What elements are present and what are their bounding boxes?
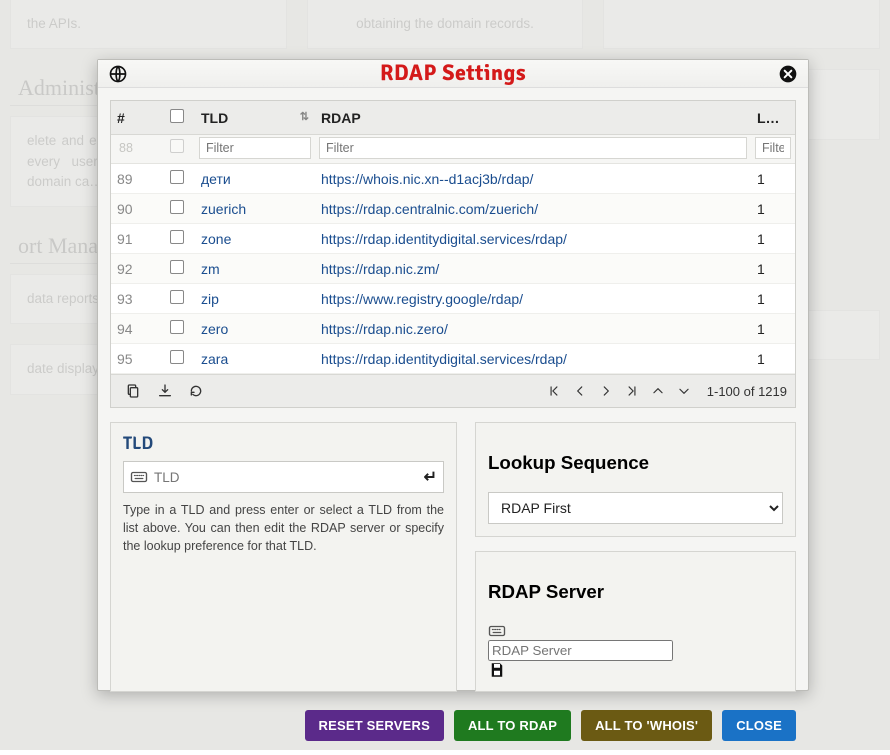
enter-icon[interactable]: ↵ — [424, 467, 437, 487]
scroll-down-button[interactable] — [671, 380, 697, 402]
cell-num: 95 — [111, 344, 159, 374]
cell-num: 90 — [111, 194, 159, 224]
row-checkbox[interactable] — [159, 344, 195, 374]
reset-servers-button[interactable]: RESET SERVERS — [305, 710, 444, 741]
cell-tld[interactable]: дети — [195, 164, 315, 194]
cell-rdap[interactable]: https://whois.nic.xn--d1acj3b/rdap/ — [315, 164, 751, 194]
cell-lookup: 1 — [751, 314, 795, 344]
cell-lookup: 1 — [751, 284, 795, 314]
cell-rdap[interactable]: https://rdap.identitydigital.services/rd… — [315, 344, 751, 374]
table-row[interactable]: 94 zerohttps://rdap.nic.zero/1 — [111, 314, 795, 344]
cell-rdap[interactable]: https://rdap.nic.zm/ — [315, 254, 751, 284]
keyboard-icon — [488, 622, 783, 640]
scroll-up-button[interactable] — [645, 380, 671, 402]
rdap-server-input[interactable] — [488, 640, 673, 661]
globe-icon — [108, 64, 128, 84]
rdap-server-field — [488, 622, 783, 679]
cell-tld[interactable]: zara — [195, 344, 315, 374]
all-to-rdap-button[interactable]: ALL TO RDAP — [454, 710, 571, 741]
download-button[interactable] — [151, 379, 179, 403]
cell-num: 94 — [111, 314, 159, 344]
servers-table: # TLD⇅ RDAP L… 88 89детиhttps://whois — [110, 100, 796, 408]
keyboard-icon — [130, 468, 152, 486]
cell-num: 93 — [111, 284, 159, 314]
lookup-panel-title: Lookup Sequence — [488, 452, 783, 474]
col-header-lookup[interactable]: L… — [751, 101, 795, 135]
cell-rdap[interactable]: https://www.registry.google/rdap/ — [315, 284, 751, 314]
lookup-sequence-panel: Lookup Sequence RDAP First — [475, 422, 796, 537]
tld-panel: TLD ↵ Type in a TLD and press enter or s… — [110, 422, 457, 692]
filter-lkp-input[interactable] — [755, 137, 791, 159]
ghost-check — [159, 135, 195, 164]
filter-tld-input[interactable] — [199, 137, 311, 159]
copy-button[interactable] — [119, 379, 147, 403]
tld-input[interactable] — [152, 469, 424, 486]
row-checkbox[interactable] — [159, 194, 195, 224]
cell-lookup: 1 — [751, 344, 795, 374]
table-row[interactable]: 89 детиhttps://whois.nic.xn--d1acj3b/rdap… — [111, 164, 795, 194]
cell-tld[interactable]: zuerich — [195, 194, 315, 224]
tld-field: ↵ — [123, 461, 444, 493]
row-checkbox[interactable] — [159, 164, 195, 194]
cell-lookup: 1 — [751, 164, 795, 194]
col-header-tld[interactable]: TLD⇅ — [195, 101, 315, 135]
lookup-sequence-select[interactable]: RDAP First — [488, 492, 783, 524]
rdap-panel-title: RDAP Server — [488, 581, 783, 603]
cell-tld[interactable]: zm — [195, 254, 315, 284]
page-last-button[interactable] — [619, 380, 645, 402]
rdap-server-panel: RDAP Server — [475, 551, 796, 691]
cell-rdap[interactable]: https://rdap.nic.zero/ — [315, 314, 751, 344]
table-row[interactable]: 90 zuerichhttps://rdap.centralnic.com/zue… — [111, 194, 795, 224]
row-checkbox[interactable] — [159, 314, 195, 344]
cell-tld[interactable]: zone — [195, 224, 315, 254]
cell-num: 91 — [111, 224, 159, 254]
page-prev-button[interactable] — [567, 380, 593, 402]
save-icon[interactable] — [488, 661, 783, 679]
page-next-button[interactable] — [593, 380, 619, 402]
cell-tld[interactable]: zip — [195, 284, 315, 314]
cell-num: 89 — [111, 164, 159, 194]
modal-titlebar: RDAP Settings — [98, 60, 808, 88]
cell-lookup: 1 — [751, 254, 795, 284]
modal-title: RDAP Settings — [380, 60, 526, 87]
cell-lookup: 1 — [751, 224, 795, 254]
cell-lookup: 1 — [751, 194, 795, 224]
cell-num: 92 — [111, 254, 159, 284]
col-header-check[interactable] — [159, 101, 195, 135]
refresh-button[interactable] — [182, 379, 210, 403]
table-row[interactable]: 92 zmhttps://rdap.nic.zm/1 — [111, 254, 795, 284]
row-checkbox[interactable] — [159, 224, 195, 254]
table-row[interactable]: 93 ziphttps://www.registry.google/rdap/1 — [111, 284, 795, 314]
modal-actions: RESET SERVERS ALL TO RDAP ALL TO 'WHOIS'… — [98, 704, 808, 755]
row-checkbox[interactable] — [159, 254, 195, 284]
pager-status: 1-100 of 1219 — [707, 384, 787, 399]
select-all-checkbox[interactable] — [170, 109, 184, 123]
col-header-rdap[interactable]: RDAP — [315, 101, 751, 135]
cell-rdap[interactable]: https://rdap.centralnic.com/zuerich/ — [315, 194, 751, 224]
ghost-num: 88 — [111, 135, 159, 164]
table-row[interactable]: 91 zonehttps://rdap.identitydigital.servi… — [111, 224, 795, 254]
col-header-num[interactable]: # — [111, 101, 159, 135]
all-to-whois-button[interactable]: ALL TO 'WHOIS' — [581, 710, 712, 741]
table-toolbar: 1-100 of 1219 — [111, 374, 795, 407]
row-checkbox[interactable] — [159, 284, 195, 314]
page-first-button[interactable] — [541, 380, 567, 402]
table-row[interactable]: 95 zarahttps://rdap.identitydigital.servi… — [111, 344, 795, 374]
close-button[interactable]: CLOSE — [722, 710, 796, 741]
tld-help-text: Type in a TLD and press enter or select … — [123, 501, 444, 555]
cell-tld[interactable]: zero — [195, 314, 315, 344]
cell-rdap[interactable]: https://rdap.identitydigital.services/rd… — [315, 224, 751, 254]
tld-panel-title: TLD — [123, 433, 444, 455]
close-icon[interactable] — [778, 64, 798, 84]
filter-rdap-input[interactable] — [319, 137, 747, 159]
rdap-settings-modal: RDAP Settings # TLD⇅ RDAP L… 88 — [97, 59, 809, 691]
sort-icon[interactable]: ⇅ — [300, 110, 309, 123]
